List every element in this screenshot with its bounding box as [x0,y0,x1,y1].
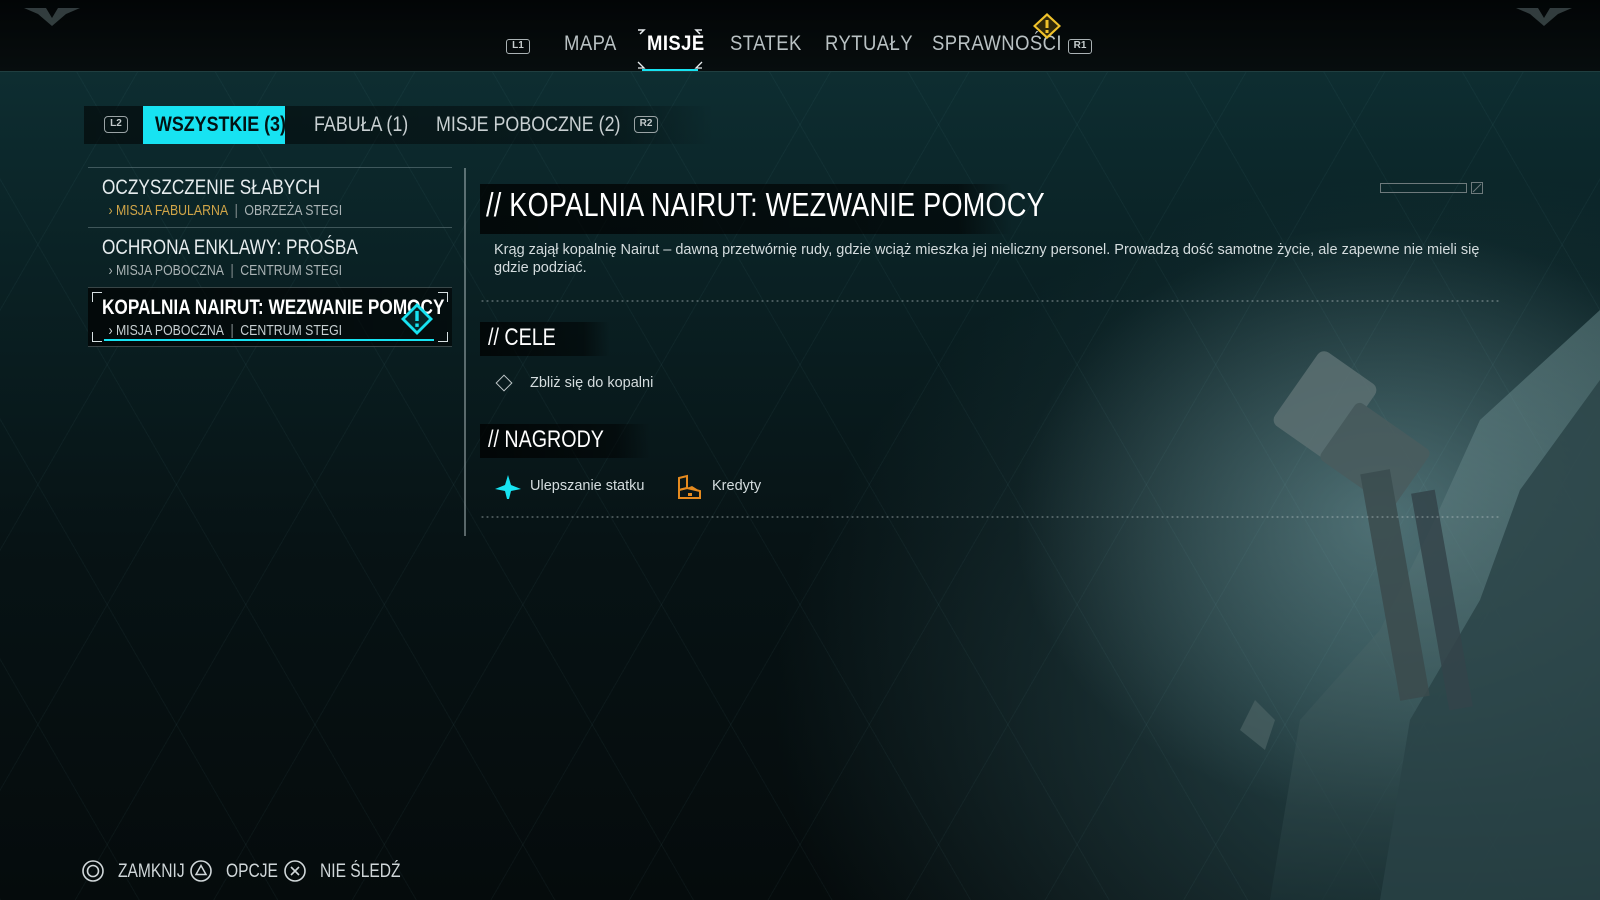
background-artwork [1240,310,1600,900]
tab-misje[interactable]: MISJE [647,32,705,64]
rewards-header: // NAGRODY [488,426,604,453]
mission-type: MISJA POBOCZNA [115,322,224,339]
close-action-label[interactable]: ZAMKNIJ [118,861,185,883]
mission-item-selected[interactable]: KOPALNIA NAIRUT: WEZWANIE POMOCY › MISJA … [88,287,452,347]
circle-button-icon[interactable] [82,860,104,882]
mission-item[interactable]: OCHRONA ENKLAWY: PROŚBA › MISJA POBOCZNA |… [88,227,452,287]
diamond-outline-icon [495,374,513,392]
selection-corner [92,332,102,342]
separator: | [230,262,234,279]
selection-corner [438,292,448,302]
r1-button-hint[interactable]: R1 [1068,39,1092,54]
l2-button-hint[interactable]: L2 [104,116,128,133]
mission-meta: › MISJA FABULARNA | OBRZEŻA STEGI [102,202,389,219]
mission-detail-title: // KOPALNIA NAIRUT: WEZWANIE POMOCY [486,186,1045,223]
subtab-story[interactable]: FABUŁA (1) [314,106,408,144]
chevron-right-icon: › [108,202,113,219]
selection-corner [438,332,448,342]
panel-divider [464,168,466,536]
objective-text: Zbliż się do kopalni [530,375,654,391]
tab-rytualy[interactable]: RYTUAŁY [825,32,913,64]
ship-icon [495,475,521,499]
chevron-right-icon: › [108,322,113,339]
mission-description: Krąg zajął kopalnię Nairut – dawną przet… [494,242,1480,276]
triangle-button-icon[interactable] [190,860,212,882]
subtab-side-missions[interactable]: MISJE POBOCZNE (2) [436,106,620,144]
tracker-bar-icon [1380,182,1483,194]
cross-button-icon[interactable] [284,860,306,882]
tab-mapa[interactable]: MAPA [564,32,617,64]
mission-title: KOPALNIA NAIRUT: WEZWANIE POMOCY [102,296,445,319]
dotted-divider [480,300,1500,302]
reward-text: Kredyty [712,478,762,494]
mission-list: OCZYSZCZENIE SŁABYCH › MISJA FABULARNA | OB… [88,167,452,347]
exclamation-diamond-icon [401,303,433,335]
mission-meta: › MISJA POBOCZNA | CENTRUM STEGI [102,262,389,279]
mission-type: MISJA POBOCZNA [115,262,224,279]
mission-title: OCHRONA ENKLAWY: PROŚBA [102,236,358,259]
untrack-action-label[interactable]: NIE ŚLEDŹ [320,861,401,883]
mission-location: CENTRUM STEGI [240,322,343,339]
tab-statek[interactable]: STATEK [730,32,802,64]
mission-type: MISJA FABULARNA [115,202,229,219]
separator: | [230,322,234,339]
dotted-divider [480,516,1500,518]
chevron-right-icon: › [108,262,113,279]
mission-filter-tabs: L2 WSZYSTKIE (3) FABUŁA (1) MISJE POBOCZ… [84,106,714,144]
selection-underline [104,339,434,341]
objectives-header: // CELE [488,324,556,351]
warning-icon [1033,13,1061,39]
mission-meta: › MISJA POBOCZNA | CENTRUM STEGI [102,322,389,339]
options-action-label[interactable]: OPCJE [226,861,278,883]
mission-location: CENTRUM STEGI [240,262,343,279]
separator: | [234,202,238,219]
mission-title: OCZYSZCZENIE SŁABYCH [102,176,321,199]
l1-button-hint[interactable]: L1 [506,39,530,54]
credits-chest-icon [678,474,701,499]
mission-item[interactable]: OCZYSZCZENIE SŁABYCH › MISJA FABULARNA | OB… [88,167,452,227]
r2-button-hint[interactable]: R2 [634,116,658,133]
subtab-all[interactable]: WSZYSTKIE (3) [155,106,286,144]
selection-corner [92,292,102,302]
mission-location: OBRZEŻA STEGI [244,202,343,219]
main-navigation: L1 MAPA MISJE STATEK RYTUAŁY SPRAWNOŚCI … [0,0,1600,72]
reward-text: Ulepszanie statku [530,478,645,494]
